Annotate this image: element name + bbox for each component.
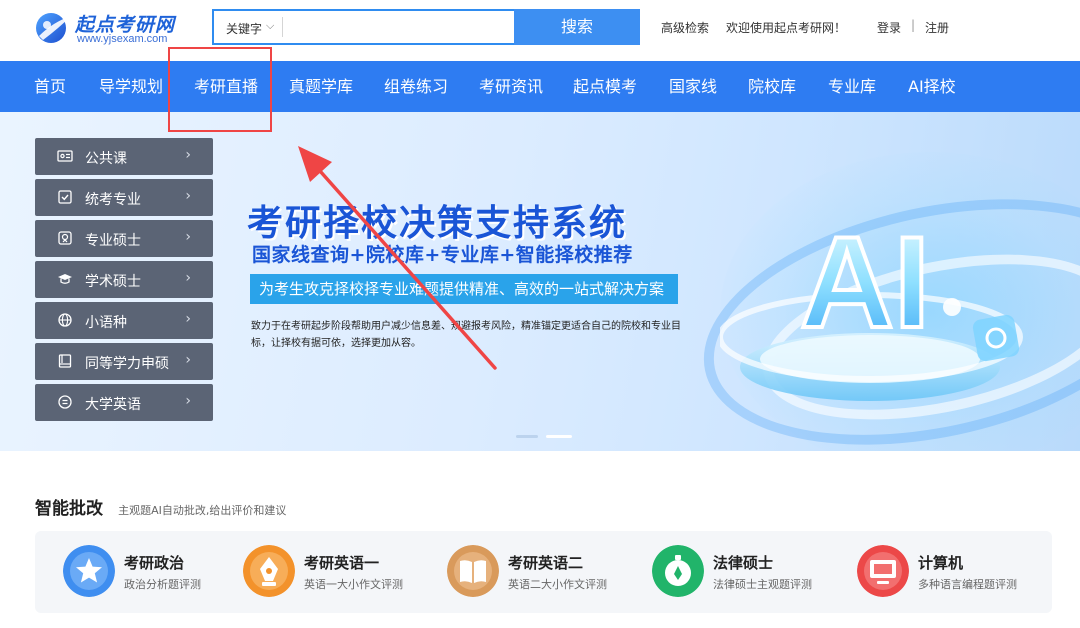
chevron-down-icon: ⌵ [266, 19, 275, 32]
check-square-icon [58, 190, 72, 204]
section-description: 主观题AI自动批改,给出评价和建议 [118, 504, 287, 517]
login-link[interactable]: 登录 [877, 19, 901, 36]
nav-item-majors[interactable]: 专业库 [828, 61, 876, 112]
id-card-icon [57, 150, 73, 162]
stopwatch-icon [652, 545, 704, 597]
card-title: 计算机 [918, 554, 964, 572]
search-input[interactable] [286, 13, 514, 41]
grading-card-english-two[interactable]: 考研英语二 英语二大小作文评测 [447, 543, 637, 599]
ai-graphic-text: AI [800, 209, 930, 355]
category-label: 公共课 [85, 151, 127, 167]
graduation-cap-icon [58, 274, 72, 284]
top-bar: 起点考研网 www.yjsexam.com 关键字 ⌵ 搜索 高级检索 欢迎使用… [0, 0, 1080, 61]
card-desc: 英语一大小作文评测 [304, 578, 403, 591]
ai-graphic: AI [720, 207, 1023, 401]
category-academic-master[interactable]: 学术硕士 › [35, 261, 213, 298]
search-type-value: 关键字 [226, 22, 263, 36]
category-minor-languages[interactable]: 小语种 › [35, 302, 213, 339]
section-title: 智能批改 [35, 499, 103, 519]
category-label: 统考专业 [85, 192, 141, 208]
star-icon [63, 545, 115, 597]
card-title: 考研英语二 [508, 554, 584, 572]
main-nav: 首页 导学规划 考研直播 真题学库 组卷练习 考研资讯 起点模考 国家线 院校库… [0, 61, 1080, 112]
category-public-courses[interactable]: 公共课 › [35, 138, 213, 175]
nav-item-ai-school[interactable]: AI择校 [908, 61, 956, 112]
category-label: 同等学力申硕 [85, 356, 169, 372]
welcome-text: 欢迎使用起点考研网！ [726, 21, 847, 35]
advanced-search-link[interactable]: 高级检索 [661, 19, 709, 36]
grading-card-english-one[interactable]: 考研英语一 英语一大小作文评测 [243, 543, 433, 599]
nav-item-national-line[interactable]: 国家线 [669, 61, 717, 112]
card-desc: 法律硕士主观题评测 [713, 578, 812, 591]
logo-url: www.yjsexam.com [77, 33, 168, 45]
grading-section-header: 智能批改 主观题AI自动批改,给出评价和建议 [35, 494, 286, 519]
card-desc: 政治分析题评测 [124, 578, 201, 591]
category-menu: 公共课 › 统考专业 › 专业硕士 › 学术硕士 › 小语种 › 同等学力申硕 … [35, 138, 213, 425]
chevron-right-icon: › [185, 188, 191, 204]
chevron-right-icon: › [185, 229, 191, 245]
open-book-icon [447, 545, 499, 597]
chevron-right-icon: › [185, 270, 191, 286]
card-title: 法律硕士 [713, 554, 774, 572]
category-unified-majors[interactable]: 统考专业 › [35, 179, 213, 216]
logo-icon [36, 13, 71, 43]
carousel-dot-active[interactable] [546, 435, 572, 438]
nav-item-mock-exam[interactable]: 起点模考 [573, 61, 637, 112]
category-label: 大学英语 [85, 397, 141, 413]
nav-item-question-bank[interactable]: 真题学库 [289, 61, 353, 112]
carousel-dot[interactable] [516, 435, 538, 438]
chevron-right-icon: › [185, 147, 191, 163]
category-equivalent-degree[interactable]: 同等学力申硕 › [35, 343, 213, 380]
card-title: 考研英语一 [304, 554, 380, 572]
category-label: 专业硕士 [85, 233, 141, 249]
card-title: 考研政治 [124, 554, 185, 572]
grading-panel: 考研政治 政治分析题评测 考研英语一 英语一大小作文评测 考研英语二 英语二大小… [35, 531, 1052, 613]
annotation-arrow-icon [298, 146, 497, 370]
badge-icon [58, 231, 72, 245]
grading-card-computer[interactable]: 计算机 多种语言编程题评测 [857, 543, 1047, 599]
category-professional-master[interactable]: 专业硕士 › [35, 220, 213, 257]
nav-item-news[interactable]: 考研资讯 [479, 61, 543, 112]
chevron-right-icon: › [185, 311, 191, 327]
nav-item-schools[interactable]: 院校库 [748, 61, 796, 112]
hero-banner[interactable]: 公共课 › 统考专业 › 专业硕士 › 学术硕士 › 小语种 › 同等学力申硕 … [0, 112, 1080, 451]
link-divider: | [911, 18, 916, 32]
chat-face-icon [58, 395, 72, 409]
chevron-right-icon: › [185, 393, 191, 409]
site-logo[interactable]: 起点考研网 www.yjsexam.com [33, 8, 183, 48]
book-icon [58, 354, 72, 368]
category-label: 小语种 [85, 315, 127, 331]
category-college-english[interactable]: 大学英语 › [35, 384, 213, 421]
monitor-icon [857, 545, 909, 597]
chevron-right-icon: › [185, 352, 191, 368]
nav-item-paper-practice[interactable]: 组卷练习 [384, 61, 448, 112]
search-button[interactable]: 搜索 [514, 9, 640, 45]
card-desc: 多种语言编程题评测 [918, 578, 1017, 591]
register-link[interactable]: 注册 [925, 19, 949, 36]
search-divider [282, 17, 283, 37]
globe-icon [58, 313, 72, 327]
nav-item-study-plan[interactable]: 导学规划 [99, 61, 163, 112]
nav-item-home[interactable]: 首页 [34, 61, 66, 112]
category-label: 学术硕士 [85, 274, 141, 290]
pen-nib-icon [243, 545, 295, 597]
highlight-box [168, 47, 272, 132]
search-type-select[interactable]: 关键字 ⌵ [214, 11, 282, 43]
search-bar: 关键字 ⌵ 搜索 [212, 9, 640, 45]
grading-card-law-master[interactable]: 法律硕士 法律硕士主观题评测 [652, 543, 842, 599]
grading-card-politics[interactable]: 考研政治 政治分析题评测 [63, 543, 253, 599]
card-desc: 英语二大小作文评测 [508, 578, 607, 591]
